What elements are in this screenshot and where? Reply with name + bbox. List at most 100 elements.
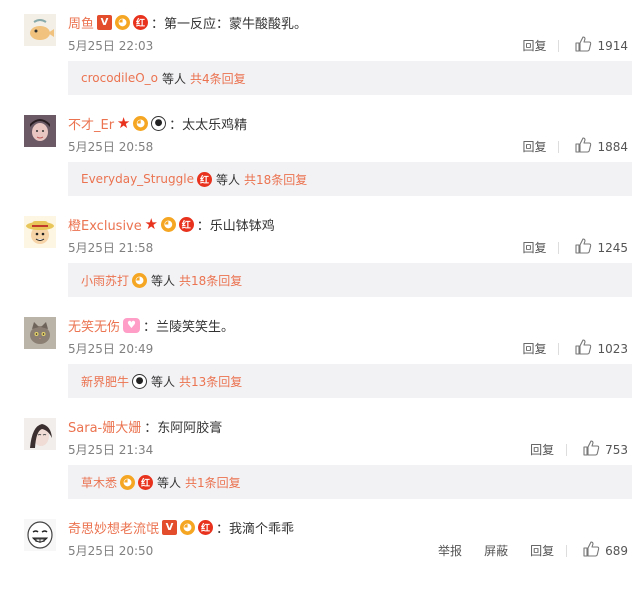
comment-actions: 回复 1884 — [500, 137, 628, 156]
reply-button[interactable]: 回复 — [522, 340, 546, 357]
reply-total-link[interactable]: 共13条回复 — [179, 373, 242, 390]
comment-header: Sara-姗大姗：东阿阿胶膏 — [68, 416, 222, 436]
colon-separator: ： — [144, 420, 158, 436]
hong-badge: 红 — [133, 14, 149, 30]
username-link[interactable]: 不才_Er — [68, 114, 114, 133]
reply-username-link[interactable]: crocodileO_o — [81, 71, 158, 85]
like-count: 689 — [605, 543, 628, 558]
comment-actions: 回复 1914 — [500, 36, 628, 55]
star-badge: ★ — [116, 114, 131, 132]
username-link[interactable]: 无笑无伤 — [68, 316, 120, 335]
comment-text: 太太乐鸡精 — [182, 117, 248, 133]
comment-time: 5月25日 20:50 — [68, 544, 154, 558]
username-link[interactable]: Sara-姗大姗 — [68, 417, 141, 436]
panda-badge: ● — [132, 373, 148, 389]
comment-actions: 回复 753 — [508, 440, 628, 459]
comment-actions: 举报 屏蔽 回复 689 — [416, 541, 628, 560]
face-badge: ◕ — [160, 216, 176, 232]
reply-preview: Everyday_Struggle 红等人 共18条回复 — [68, 162, 632, 196]
hong-badge: 红 — [197, 171, 212, 187]
v-badge: V — [162, 519, 178, 535]
hong-badge: 红 — [138, 474, 154, 490]
reply-suffix: 等人 — [151, 273, 176, 288]
reply-suffix: 等人 — [162, 71, 187, 86]
comment-text: 乐山钵钵鸡 — [209, 218, 275, 234]
reply-username-link[interactable]: Everyday_Struggle — [81, 172, 194, 186]
username-link[interactable]: 橙Exclusive — [68, 215, 142, 234]
reply-preview: 新界肥牛 ● 等人 共13条回复 — [68, 364, 632, 398]
avatar[interactable] — [24, 317, 56, 349]
username-link[interactable]: 周鱼 — [68, 13, 94, 32]
reply-suffix: 等人 — [157, 475, 182, 490]
reply-preview: crocodileO_o 等人 共4条回复 — [68, 61, 632, 95]
like-button[interactable]: 689 — [583, 541, 628, 560]
like-count: 1245 — [597, 240, 628, 255]
comment-time: 5月25日 22:03 — [68, 39, 154, 53]
divider — [566, 544, 568, 557]
username-link[interactable]: 奇思妙想老流氓 — [68, 518, 159, 537]
reply-button[interactable]: 回复 — [522, 37, 546, 54]
comment-text: 第一反应：蒙牛酸酸乳。 — [164, 16, 308, 32]
thumbs-up-icon — [575, 238, 597, 257]
like-count: 1914 — [597, 38, 628, 53]
like-count: 1023 — [597, 341, 628, 356]
block-button[interactable]: 屏蔽 — [484, 542, 508, 559]
avatar[interactable] — [24, 216, 56, 248]
reply-button[interactable]: 回复 — [522, 138, 546, 155]
star-badge: ★ — [144, 215, 158, 233]
comment-time: 5月25日 20:49 — [68, 342, 154, 356]
like-button[interactable]: 1884 — [575, 137, 628, 156]
divider — [558, 241, 560, 254]
face-badge: ◕ — [180, 519, 196, 535]
report-button[interactable]: 举报 — [438, 542, 462, 559]
colon-separator: ： — [196, 218, 210, 234]
like-button[interactable]: 753 — [583, 440, 628, 459]
avatar[interactable] — [24, 14, 56, 46]
reply-button[interactable]: 回复 — [530, 441, 554, 458]
hong-badge: 红 — [198, 519, 214, 535]
thumbs-up-icon — [583, 440, 605, 459]
heart-badge: ♥ — [123, 317, 141, 333]
comment-text: 东阿阿胶膏 — [157, 420, 223, 436]
reply-total-link[interactable]: 共4条回复 — [190, 70, 246, 87]
comment-item: 无笑无伤 ♥：兰陵笑笑生。 5月25日 20:49 回复 1023 新界肥牛 ● 等人 共13条… — [0, 303, 640, 404]
thumbs-up-icon — [583, 541, 605, 560]
reply-total-link[interactable]: 共18条回复 — [179, 272, 242, 289]
comment-text: 我滴个乖乖 — [229, 521, 295, 537]
colon-separator: ： — [216, 521, 230, 537]
reply-username-link[interactable]: 新界肥牛 — [81, 373, 129, 390]
comment-item: Sara-姗大姗：东阿阿胶膏 5月25日 21:34 回复 753 草木悉 ◕ 红等人 共1条… — [0, 404, 640, 505]
avatar[interactable] — [24, 115, 56, 147]
panda-badge: ● — [151, 115, 167, 131]
thumbs-up-icon — [575, 36, 597, 55]
comment-text: 兰陵笑笑生。 — [156, 319, 235, 335]
like-count: 753 — [605, 442, 628, 457]
comment-time: 5月25日 20:58 — [68, 140, 154, 154]
hong-badge: 红 — [178, 216, 194, 232]
reply-suffix: 等人 — [216, 172, 241, 187]
like-button[interactable]: 1914 — [575, 36, 628, 55]
comment-item: 周鱼 V ◕ 红：第一反应：蒙牛酸酸乳。 5月25日 22:03 回复 1914 crocod… — [0, 0, 640, 101]
reply-preview: 小雨苏打 ◕ 等人 共18条回复 — [68, 263, 632, 297]
face-badge: ◕ — [133, 115, 149, 131]
comment-header: 橙Exclusive ★ ◕ 红：乐山钵钵鸡 — [68, 214, 275, 234]
reply-button[interactable]: 回复 — [530, 542, 554, 559]
reply-username-link[interactable]: 草木悉 — [81, 474, 117, 491]
avatar[interactable] — [24, 418, 56, 450]
like-button[interactable]: 1245 — [575, 238, 628, 257]
comment-time: 5月25日 21:58 — [68, 241, 154, 255]
thumbs-up-icon — [575, 137, 597, 156]
divider — [558, 39, 560, 52]
reply-total-link[interactable]: 共18条回复 — [244, 171, 307, 188]
comment-header: 不才_Er ★ ◕ ●：太太乐鸡精 — [68, 113, 247, 133]
reply-button[interactable]: 回复 — [522, 239, 546, 256]
like-button[interactable]: 1023 — [575, 339, 628, 358]
avatar[interactable] — [24, 519, 56, 551]
colon-separator: ： — [151, 16, 165, 32]
divider — [566, 443, 568, 456]
reply-total-link[interactable]: 共1条回复 — [185, 474, 241, 491]
comment-item: 奇思妙想老流氓 V ◕ 红：我滴个乖乖 5月25日 20:50 举报 屏蔽 回复 689 — [0, 505, 640, 606]
face-badge: ◕ — [120, 474, 136, 490]
reply-username-link[interactable]: 小雨苏打 — [81, 272, 129, 289]
colon-separator: ： — [143, 319, 157, 335]
